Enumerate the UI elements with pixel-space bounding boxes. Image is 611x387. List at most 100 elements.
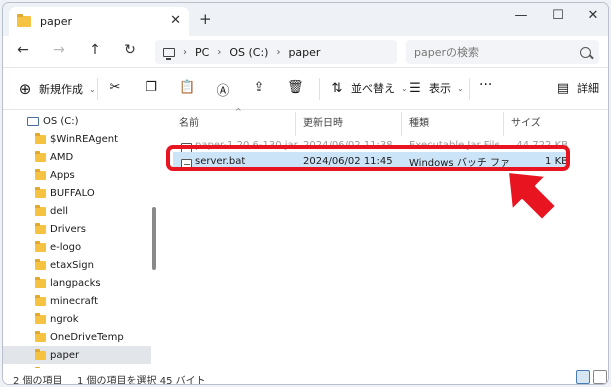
navigation-pane: OS (C:) $WinREAgent AMD Apps BUFFALO dell Dri… bbox=[3, 110, 157, 368]
address-bar[interactable]: › PC › OS (C:) › paper bbox=[155, 40, 397, 64]
copy-icon: ❐ bbox=[145, 80, 157, 95]
sidebar-item-folder[interactable]: e-logo bbox=[3, 238, 151, 256]
column-header-name[interactable]: 名前 bbox=[179, 110, 199, 132]
details-label: 詳細 bbox=[577, 82, 599, 95]
sort-button[interactable]: ⇅ 並べ替え ⌄ bbox=[329, 80, 408, 96]
sidebar-item-folder[interactable]: OneDriveTemp bbox=[3, 328, 151, 346]
view-button[interactable]: ☰ 表示 ⌄ bbox=[407, 80, 464, 96]
sidebar-item-label: minecraft bbox=[50, 295, 99, 307]
folder-icon bbox=[35, 348, 46, 360]
folder-icon bbox=[35, 294, 46, 306]
close-icon[interactable]: ✕ bbox=[583, 8, 603, 23]
breadcrumb-paper[interactable]: paper bbox=[288, 46, 320, 59]
chevron-down-icon: ⌄ bbox=[89, 84, 96, 94]
command-bar: ⊕ 新規作成 ⌄ ✂ ❐ 📋 Ⓐ ⇪ 🗑 ⇅ 並べ替え ⌄ ☰ 表示 ⌄ ···… bbox=[3, 68, 608, 110]
maximize-icon[interactable]: ☐ bbox=[548, 8, 568, 23]
sidebar-item-folder[interactable]: minecraft bbox=[3, 292, 151, 310]
sidebar-item-folder[interactable]: BUFFALO bbox=[3, 184, 151, 202]
trash-icon: 🗑 bbox=[287, 80, 304, 95]
sidebar-item-folder[interactable]: langpacks bbox=[3, 274, 151, 292]
sidebar-scrollbar[interactable] bbox=[152, 207, 156, 270]
view-icon: ☰ bbox=[409, 80, 421, 96]
forward-icon[interactable]: → bbox=[50, 42, 68, 58]
sidebar-item-label: OS (C:) bbox=[43, 115, 79, 127]
sidebar-item-drive[interactable]: OS (C:) bbox=[3, 112, 151, 130]
folder-icon bbox=[35, 168, 46, 180]
toolbar-divider bbox=[319, 78, 320, 100]
share-button[interactable]: ⇪ bbox=[251, 80, 267, 95]
tab-close-icon[interactable]: ✕ bbox=[170, 13, 181, 28]
view-label: 表示 bbox=[429, 82, 451, 95]
back-icon[interactable]: ← bbox=[14, 42, 32, 58]
selection-info: 1 個の項目を選択 45 バイト bbox=[77, 376, 206, 385]
tiles-view-icon[interactable] bbox=[593, 370, 607, 384]
sidebar-item-label: langpacks bbox=[50, 277, 101, 289]
rename-button[interactable]: Ⓐ bbox=[215, 80, 231, 99]
more-icon: ··· bbox=[479, 77, 493, 93]
column-divider bbox=[503, 112, 504, 136]
drive-icon bbox=[27, 116, 39, 126]
folder-icon bbox=[35, 258, 46, 270]
breadcrumb-sep-icon: › bbox=[217, 46, 222, 58]
column-header-date[interactable]: 更新日時 bbox=[303, 110, 343, 132]
sidebar-item-label: etaxSign bbox=[50, 259, 94, 271]
sidebar-item-folder[interactable]: paper bbox=[3, 346, 151, 364]
sidebar-item-label: paper bbox=[50, 349, 80, 361]
sidebar-item-folder[interactable]: $WinREAgent bbox=[3, 130, 151, 148]
up-icon[interactable]: ↑ bbox=[86, 42, 104, 58]
search-input[interactable]: paperの検索 bbox=[406, 40, 599, 64]
column-header-size[interactable]: サイズ bbox=[511, 110, 541, 132]
sidebar-item-label: Apps bbox=[50, 169, 75, 181]
search-placeholder: paperの検索 bbox=[414, 46, 479, 59]
folder-icon bbox=[35, 222, 46, 234]
sort-ascending-icon: ^ bbox=[235, 107, 242, 116]
minimize-icon[interactable]: — bbox=[511, 8, 531, 23]
sidebar-item-folder[interactable]: dell bbox=[3, 202, 151, 220]
clipboard-icon: 📋 bbox=[179, 80, 196, 95]
sidebar-item-label: ngrok bbox=[50, 313, 79, 325]
folder-icon bbox=[35, 150, 46, 162]
title-bar: paper ✕ + — ☐ ✕ bbox=[3, 3, 608, 36]
sidebar-item-folder[interactable]: etaxSign bbox=[3, 256, 151, 274]
sidebar-item-folder[interactable]: AMD bbox=[3, 148, 151, 166]
tab-paper[interactable]: paper ✕ bbox=[9, 7, 189, 36]
sidebar-item-folder[interactable]: ngrok bbox=[3, 310, 151, 328]
details-button[interactable]: ▤ 詳細 bbox=[555, 80, 599, 96]
sidebar-item-label: e-logo bbox=[50, 241, 82, 253]
sort-icon: ⇅ bbox=[331, 80, 343, 96]
details-pane-icon: ▤ bbox=[556, 80, 570, 96]
new-label: 新規作成 bbox=[39, 83, 83, 96]
breadcrumb-sep-icon: › bbox=[183, 46, 187, 58]
cut-button[interactable]: ✂ bbox=[107, 80, 123, 95]
plus-circle-icon: ⊕ bbox=[18, 80, 32, 98]
more-options-button[interactable]: ··· bbox=[479, 77, 492, 93]
pc-icon bbox=[163, 47, 175, 60]
new-button[interactable]: ⊕ 新規作成 ⌄ bbox=[17, 80, 96, 98]
column-header-type[interactable]: 種類 bbox=[409, 110, 429, 132]
sort-label: 並べ替え bbox=[351, 82, 395, 95]
refresh-icon[interactable]: ↻ bbox=[121, 42, 139, 58]
folder-icon bbox=[35, 330, 46, 342]
sidebar-item-folder[interactable]: Drivers bbox=[3, 220, 151, 238]
new-tab-icon[interactable]: + bbox=[199, 10, 212, 28]
delete-button[interactable]: 🗑 bbox=[287, 80, 304, 95]
folder-icon bbox=[35, 186, 46, 198]
folder-icon bbox=[35, 204, 46, 216]
sidebar-item-folder[interactable]: Apps bbox=[3, 166, 151, 184]
folder-icon bbox=[35, 240, 46, 252]
breadcrumb-drive[interactable]: OS (C:) bbox=[229, 46, 268, 59]
sidebar-item-label: AMD bbox=[50, 151, 74, 163]
breadcrumb-pc[interactable]: PC bbox=[195, 46, 209, 59]
copy-button[interactable]: ❐ bbox=[143, 80, 159, 95]
folder-icon bbox=[35, 132, 46, 144]
navigation-bar: ← → ↑ ↻ › PC › OS (C:) › paper paperの検索 bbox=[3, 36, 608, 68]
paste-button[interactable]: 📋 bbox=[179, 80, 195, 95]
details-view-icon[interactable] bbox=[576, 370, 590, 384]
chevron-down-icon: ⌄ bbox=[457, 83, 464, 93]
folder-icon bbox=[35, 276, 46, 288]
breadcrumb-sep-icon: › bbox=[276, 46, 281, 58]
item-count: 2 個の項目 bbox=[13, 376, 63, 385]
toolbar-divider bbox=[97, 78, 98, 100]
sidebar-item-label: BUFFALO bbox=[50, 187, 95, 199]
column-divider bbox=[295, 112, 296, 136]
